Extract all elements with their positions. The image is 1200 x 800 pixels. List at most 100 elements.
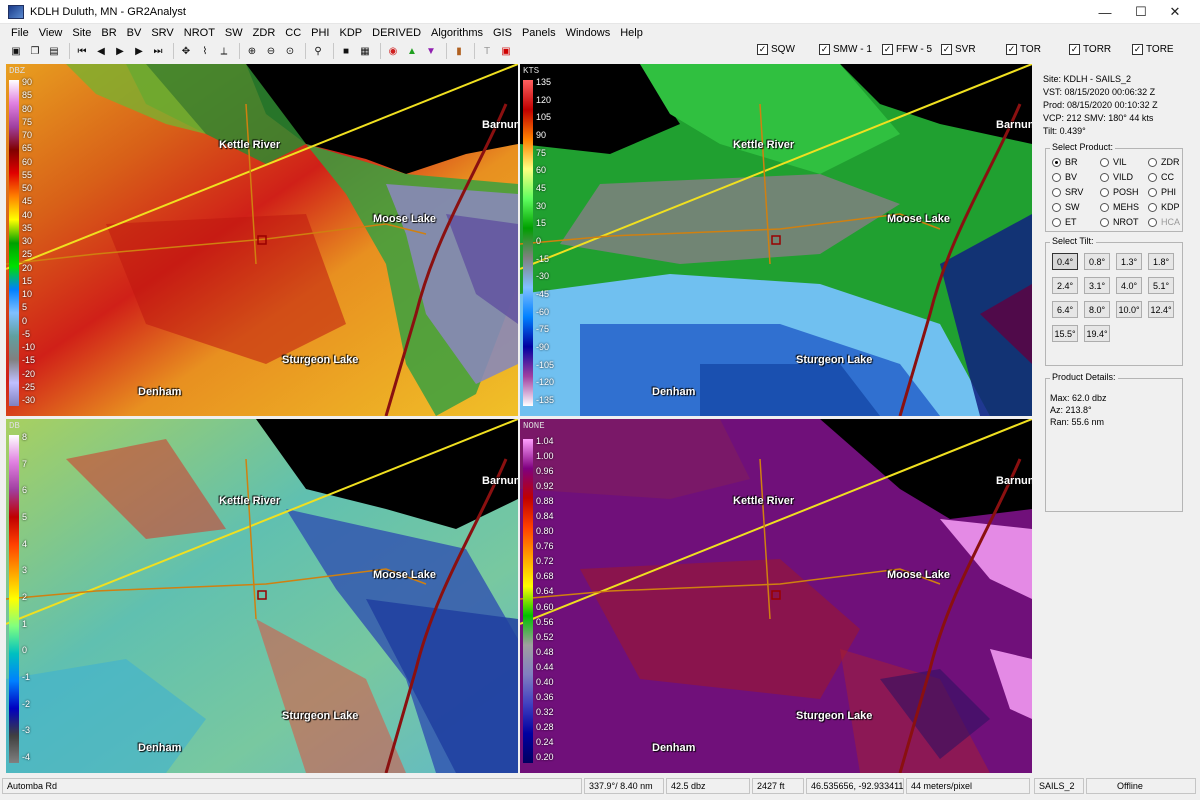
menu-file[interactable]: File — [6, 27, 34, 39]
tilt-button-19-4[interactable]: 19.4° — [1084, 325, 1110, 342]
probe-icon[interactable]: ⚲ — [310, 43, 326, 59]
menu-phi[interactable]: PHI — [306, 27, 334, 39]
zdr-panel[interactable]: DB 8 7 6 5 4 3 2 1 0 -1 -2 -3 -4 Kettle River Moose … — [6, 419, 518, 773]
product-radio-kdp[interactable]: KDP — [1148, 202, 1180, 212]
measure-icon[interactable]: ⌇ — [197, 43, 213, 59]
cc-panel[interactable]: NONE 1.04 1.00 0.96 0.92 0.88 0.84 0.80 0.76 0.7… — [520, 419, 1032, 773]
warning-toggle-tor[interactable]: ✓ TOR — [1006, 44, 1041, 55]
zoom-reset-icon[interactable]: ⊙ — [282, 43, 298, 59]
scale-tick-label: 105 — [536, 112, 552, 123]
scale-tick-label: -15 — [22, 355, 36, 366]
first-frame-icon[interactable]: ⏮ — [74, 43, 90, 59]
product-radio-cc[interactable]: CC — [1148, 172, 1174, 182]
paste-icon[interactable]: ▤ — [46, 43, 62, 59]
menu-zdr[interactable]: ZDR — [248, 27, 281, 39]
play-icon[interactable]: ▶ — [112, 43, 128, 59]
product-radio-label: NROT — [1113, 217, 1139, 227]
product-radio-sw[interactable]: SW — [1052, 202, 1080, 212]
last-frame-icon[interactable]: ⏭ — [150, 43, 166, 59]
tilt-button-0-8[interactable]: 0.8° — [1084, 253, 1110, 270]
city-label-moose-lake: Moose Lake — [373, 569, 436, 581]
menu-sw[interactable]: SW — [220, 27, 248, 39]
single-pane-icon[interactable]: ■ — [338, 43, 354, 59]
menu-derived[interactable]: DERIVED — [367, 27, 426, 39]
scale-tick-label: 55 — [22, 169, 33, 180]
menu-nrot[interactable]: NROT — [179, 27, 220, 39]
tilt-button-12-4[interactable]: 12.4° — [1148, 301, 1174, 318]
text-tool-icon[interactable]: T — [479, 43, 495, 59]
menu-bv[interactable]: BV — [122, 27, 147, 39]
product-radio-phi[interactable]: PHI — [1148, 187, 1176, 197]
product-radio-vil[interactable]: VIL — [1100, 157, 1127, 167]
save-icon[interactable]: ▣ — [8, 43, 24, 59]
tilt-button-2-4[interactable]: 2.4° — [1052, 277, 1078, 294]
warning-toggle-sqw[interactable]: ✓ SQW — [757, 44, 795, 55]
warning-toggle-smw-1[interactable]: ✓ SMW - 1 — [819, 44, 872, 55]
menu-br[interactable]: BR — [96, 27, 121, 39]
product-radio-hca: HCA — [1148, 217, 1180, 227]
product-radio-mehs[interactable]: MEHS — [1100, 202, 1139, 212]
tilt-button-1-3[interactable]: 1.3° — [1116, 253, 1142, 270]
checkbox-icon[interactable]: ✓ — [1006, 44, 1017, 55]
checkbox-icon[interactable]: ✓ — [941, 44, 952, 55]
storm-cell-icon[interactable]: ▲ — [404, 43, 420, 59]
storm-tracks-icon[interactable]: ◉ — [385, 43, 401, 59]
reflectivity-panel[interactable]: DBZ 90 85 80 75 70 65 60 55 50 45 40 35 30 25 20 15 10 5 0… — [6, 64, 518, 416]
tilt-button-1-8[interactable]: 1.8° — [1148, 253, 1174, 270]
tilt-button-0-4[interactable]: 0.4° — [1052, 253, 1078, 270]
tilt-button-5-1[interactable]: 5.1° — [1148, 277, 1174, 294]
menu-site[interactable]: Site — [67, 27, 96, 39]
tilt-button-8-0[interactable]: 8.0° — [1084, 301, 1110, 318]
menu-help[interactable]: Help — [615, 27, 648, 39]
menu-cc[interactable]: CC — [280, 27, 306, 39]
tilt-button-6-4[interactable]: 6.4° — [1052, 301, 1078, 318]
city-label-moose-lake: Moose Lake — [373, 213, 436, 225]
close-button[interactable]: ✕ — [1152, 0, 1198, 24]
menu-kdp[interactable]: KDP — [335, 27, 368, 39]
checkbox-icon[interactable]: ✓ — [882, 44, 893, 55]
volume-icon[interactable]: ▮ — [451, 43, 467, 59]
menu-panels[interactable]: Panels — [517, 27, 561, 39]
previous-frame-icon[interactable]: ◀ — [93, 43, 109, 59]
product-radio-nrot[interactable]: NROT — [1100, 217, 1139, 227]
zoom-out-icon[interactable]: ⊖ — [263, 43, 279, 59]
checkbox-icon[interactable]: ✓ — [1132, 44, 1143, 55]
status-value: 42.5 dbz — [666, 778, 750, 794]
tilt-button-10-0[interactable]: 10.0° — [1116, 301, 1142, 318]
pan-icon[interactable]: ✥ — [178, 43, 194, 59]
menu-gis[interactable]: GIS — [488, 27, 517, 39]
quad-pane-icon[interactable]: ▦ — [357, 43, 373, 59]
tilt-button-3-1[interactable]: 3.1° — [1084, 277, 1110, 294]
menu-windows[interactable]: Windows — [561, 27, 616, 39]
warning-toggle-svr[interactable]: ✓ SVR — [941, 44, 976, 55]
warning-toggle-tore[interactable]: ✓ TORE — [1132, 44, 1174, 55]
vcp-info: VCP: 212 SMV: 180° 44 kts — [1043, 113, 1154, 123]
zoom-in-icon[interactable]: ⊕ — [244, 43, 260, 59]
mesocyclone-icon[interactable]: ▼ — [423, 43, 439, 59]
next-frame-icon[interactable]: ▶ — [131, 43, 147, 59]
product-radio-zdr[interactable]: ZDR — [1148, 157, 1180, 167]
copy-icon[interactable]: ❐ — [27, 43, 43, 59]
product-radio-br[interactable]: BR — [1052, 157, 1078, 167]
menu-algorithms[interactable]: Algorithms — [426, 27, 488, 39]
product-radio-vild[interactable]: VILD — [1100, 172, 1133, 182]
tilt-button-15-5[interactable]: 15.5° — [1052, 325, 1078, 342]
menu-bar: File View Site BR BV SRV NROT SW ZDR CC PHI KDP DERI… — [0, 24, 1200, 41]
record-icon[interactable]: ▣ — [498, 43, 514, 59]
cross-section-icon[interactable]: ⟂ — [216, 43, 232, 59]
menu-srv[interactable]: SRV — [146, 27, 178, 39]
product-radio-srv[interactable]: SRV — [1052, 187, 1083, 197]
warning-toggle-torr[interactable]: ✓ TORR — [1069, 44, 1111, 55]
product-radio-bv[interactable]: BV — [1052, 172, 1077, 182]
checkbox-icon[interactable]: ✓ — [819, 44, 830, 55]
tilt-button-4-0[interactable]: 4.0° — [1116, 277, 1142, 294]
scale-tick-label: 2 — [22, 592, 28, 602]
velocity-panel[interactable]: KTS 135 120 105 90 75 60 45 30 15 0 -15 -30 -45 -60 -7… — [520, 64, 1032, 416]
cc-map — [520, 419, 1032, 773]
product-radio-et[interactable]: ET — [1052, 217, 1077, 227]
product-radio-posh[interactable]: POSH — [1100, 187, 1139, 197]
checkbox-icon[interactable]: ✓ — [1069, 44, 1080, 55]
checkbox-icon[interactable]: ✓ — [757, 44, 768, 55]
menu-view[interactable]: View — [34, 27, 68, 39]
warning-toggle-ffw-5[interactable]: ✓ FFW - 5 — [882, 44, 932, 55]
